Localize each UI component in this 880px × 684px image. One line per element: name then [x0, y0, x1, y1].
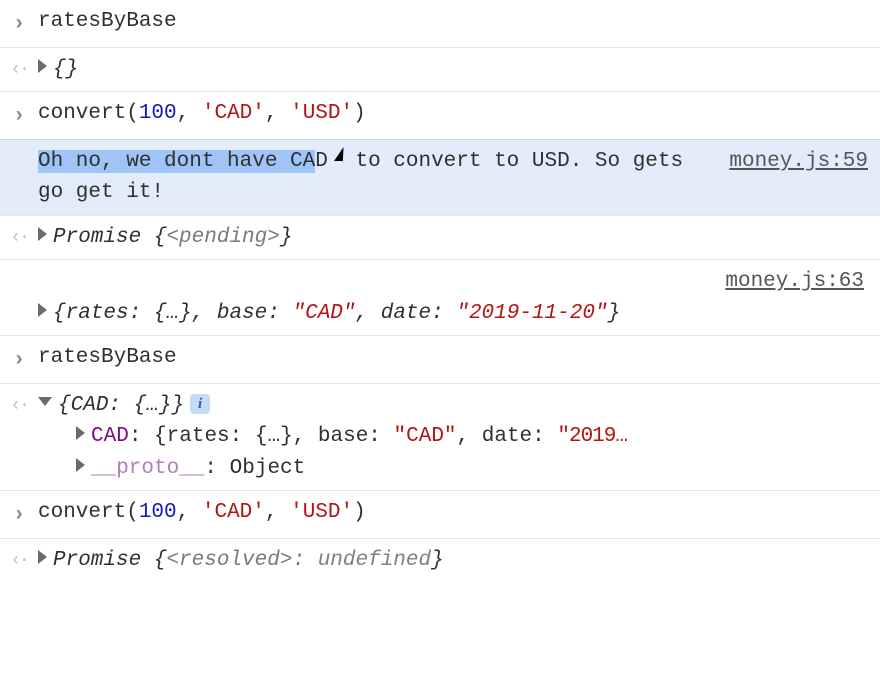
string-literal: 'CAD' — [202, 102, 265, 125]
empty-object: {} — [53, 58, 78, 81]
console-input-row[interactable]: › convert(100, 'CAD', 'USD') — [0, 91, 880, 139]
promise-label: Promise — [53, 226, 141, 249]
promise-label: Promise — [53, 549, 141, 572]
console-input-text: convert(100, 'CAD', 'USD') — [38, 497, 872, 529]
fn-name: convert — [38, 501, 126, 524]
property-key: CAD — [91, 425, 129, 448]
disclosure-triangle-icon[interactable] — [38, 397, 52, 406]
object-key: date: — [381, 302, 457, 325]
info-icon[interactable]: i — [190, 394, 210, 414]
input-prompt-icon: › — [0, 6, 38, 41]
object-proto-row[interactable]: __proto__: Object — [38, 453, 868, 485]
selected-text: Oh no, we dont have CA — [38, 150, 315, 173]
console-output-row[interactable]: ‹· Promise {<resolved>: undefined} — [0, 538, 880, 583]
object-property-row[interactable]: CAD: {rates: {…}, base: "CAD", date: "20… — [38, 421, 868, 453]
mouse-cursor-icon — [328, 149, 343, 171]
string-literal: 'USD' — [290, 102, 353, 125]
disclosure-triangle-icon[interactable] — [38, 59, 47, 73]
disclosure-triangle-icon[interactable] — [76, 458, 85, 472]
output-prompt-icon: ‹· — [0, 390, 38, 420]
console-input-row[interactable]: › ratesByBase — [0, 335, 880, 383]
output-prompt-icon: ‹· — [0, 545, 38, 575]
string-value: "CAD" — [292, 302, 355, 325]
input-prompt-icon: › — [0, 342, 38, 377]
object-preview[interactable]: {rates: {…}, base: "CAD", date: "2019-11… — [38, 298, 620, 330]
output-prompt-icon: ‹· — [0, 222, 38, 252]
proto-key: __proto__ — [91, 457, 204, 480]
disclosure-triangle-icon[interactable] — [38, 303, 47, 317]
console-log-row[interactable]: money.js:63 {rates: {…}, base: "CAD", da… — [0, 259, 880, 335]
string-value: "CAD" — [394, 425, 457, 448]
console-output-row[interactable]: ‹· Promise {<pending>} — [0, 215, 880, 260]
console-input-text: ratesByBase — [38, 342, 872, 374]
input-prompt-icon: › — [0, 497, 38, 532]
object-expanded[interactable]: {CAD: {…}}i CAD: {rates: {…}, base: "CAD… — [38, 390, 872, 485]
console-input-text: ratesByBase — [38, 6, 872, 38]
number-literal: 100 — [139, 102, 177, 125]
string-value: "2019… — [557, 425, 627, 448]
log-message: money.js:59 Oh no, we dont have CAD to c… — [38, 146, 872, 209]
promise-state: <pending> — [166, 226, 279, 249]
source-link[interactable]: money.js:63 — [725, 270, 864, 293]
disclosure-triangle-icon[interactable] — [76, 426, 85, 440]
proto-value: Object — [230, 457, 306, 480]
object-key: rates: — [66, 302, 154, 325]
object-preview[interactable]: {} — [38, 54, 872, 86]
string-literal: 'CAD' — [202, 501, 265, 524]
string-value: "2019-11-20" — [456, 302, 607, 325]
output-prompt-icon: ‹· — [0, 54, 38, 84]
disclosure-triangle-icon[interactable] — [38, 227, 47, 241]
console-input-row[interactable]: › ratesByBase — [0, 0, 880, 47]
string-literal: 'USD' — [290, 501, 353, 524]
input-prompt-icon: › — [0, 98, 38, 133]
promise-preview[interactable]: Promise {<resolved>: undefined} — [38, 545, 872, 577]
number-literal: 100 — [139, 501, 177, 524]
gutter-empty — [0, 146, 38, 149]
console-input-row[interactable]: › convert(100, 'CAD', 'USD') — [0, 490, 880, 538]
source-link[interactable]: money.js:59 — [729, 146, 868, 178]
undefined-value: undefined — [318, 549, 431, 572]
object-key: CAD: — [71, 394, 134, 417]
promise-state: <resolved> — [166, 549, 292, 572]
object-key: base: — [217, 302, 293, 325]
console-input-text: convert(100, 'CAD', 'USD') — [38, 98, 872, 130]
fn-name: convert — [38, 102, 126, 125]
devtools-console: › ratesByBase ‹· {} › convert(100, 'CAD'… — [0, 0, 880, 582]
promise-preview[interactable]: Promise {<pending>} — [38, 222, 872, 254]
console-log-row[interactable]: money.js:59 Oh no, we dont have CAD to c… — [0, 139, 880, 216]
disclosure-triangle-icon[interactable] — [38, 550, 47, 564]
console-output-row[interactable]: ‹· {} — [0, 47, 880, 92]
console-output-row[interactable]: ‹· {CAD: {…}}i CAD: {rates: {…}, base: "… — [0, 383, 880, 491]
